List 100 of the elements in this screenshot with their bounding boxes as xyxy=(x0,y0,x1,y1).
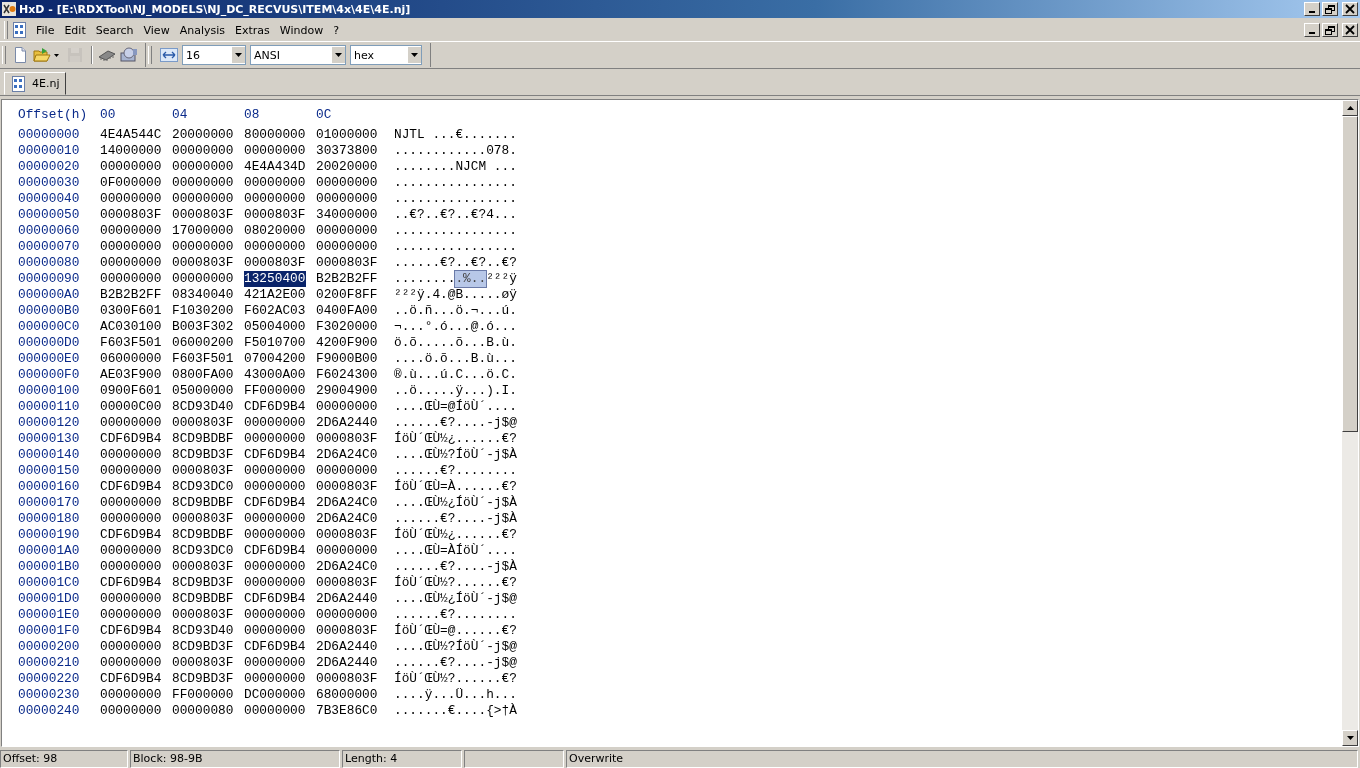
hex-bytes[interactable]: 8CD9BDBF xyxy=(172,495,234,511)
text-bytes[interactable]: ......€?....-j$À xyxy=(394,511,517,527)
bytes-per-row-dropdown[interactable]: 16 xyxy=(182,45,246,65)
hex-bytes[interactable]: 00000000 xyxy=(100,255,162,271)
hex-bytes[interactable]: CDF6D9B4 xyxy=(100,623,162,639)
text-bytes[interactable]: ................ xyxy=(394,175,517,191)
text-bytes[interactable]: .%.. xyxy=(455,271,487,287)
hex-bytes[interactable]: 8CD93D40 xyxy=(172,623,234,639)
hex-bytes[interactable]: 00000000 xyxy=(316,463,378,479)
hex-bytes[interactable]: 0000803F xyxy=(172,655,234,671)
hex-bytes[interactable]: DC000000 xyxy=(244,687,306,703)
hex-bytes[interactable]: 00000000 xyxy=(100,415,162,431)
hex-bytes[interactable]: 05000000 xyxy=(172,383,234,399)
text-bytes[interactable]: ..ö.....ÿ...).I. xyxy=(394,383,517,399)
hex-bytes[interactable]: 0000803F xyxy=(316,431,378,447)
hex-bytes[interactable]: 06000200 xyxy=(172,335,234,351)
hex-bytes[interactable]: 2D6A24C0 xyxy=(316,495,378,511)
hex-bytes[interactable]: CDF6D9B4 xyxy=(244,495,306,511)
menu-item[interactable]: Search xyxy=(90,23,139,37)
hex-bytes[interactable]: 0000803F xyxy=(316,255,378,271)
hex-bytes[interactable]: 00000000 xyxy=(100,559,162,575)
scroll-down-arrow-icon[interactable] xyxy=(1346,736,1354,740)
hex-bytes[interactable]: 00000000 xyxy=(316,175,378,191)
text-bytes[interactable]: ............078. xyxy=(394,143,517,159)
hex-bytes[interactable]: 00000000 xyxy=(244,671,306,687)
hex-bytes[interactable]: 00000000 xyxy=(100,655,162,671)
hex-bytes[interactable]: F1030200 xyxy=(172,303,234,319)
dropdown-arrow-icon[interactable] xyxy=(235,53,242,57)
hex-bytes[interactable]: 00000000 xyxy=(244,575,306,591)
hex-bytes[interactable]: B003F302 xyxy=(172,319,234,335)
hex-bytes[interactable]: 06000000 xyxy=(100,351,162,367)
text-bytes[interactable]: ²²²ÿ xyxy=(486,271,517,287)
hex-bytes[interactable]: 0000803F xyxy=(316,623,378,639)
hex-bytes[interactable]: 0000803F xyxy=(172,607,234,623)
hex-bytes[interactable]: 00000000 xyxy=(244,655,306,671)
hex-bytes[interactable]: CDF6D9B4 xyxy=(244,399,306,415)
hex-bytes[interactable]: 0000803F xyxy=(316,575,378,591)
hex-bytes[interactable]: 0F000000 xyxy=(100,175,162,191)
hex-bytes[interactable]: FF000000 xyxy=(172,687,234,703)
hex-bytes[interactable]: 00000000 xyxy=(100,495,162,511)
hex-bytes[interactable]: 00000000 xyxy=(100,239,162,255)
hex-bytes[interactable]: CDF6D9B4 xyxy=(244,447,306,463)
hex-bytes[interactable]: F3020000 xyxy=(316,319,378,335)
hex-bytes[interactable]: 00000000 xyxy=(244,511,306,527)
text-bytes[interactable]: ................ xyxy=(394,191,517,207)
hex-bytes[interactable]: CDF6D9B4 xyxy=(100,479,162,495)
hex-bytes[interactable]: 00000000 xyxy=(100,703,162,719)
hex-bytes[interactable]: 29004900 xyxy=(316,383,378,399)
text-bytes[interactable]: ¬...°.ó...@.ó... xyxy=(394,319,517,335)
hex-bytes[interactable]: 00000000 xyxy=(100,191,162,207)
hex-bytes[interactable]: 2D6A24C0 xyxy=(316,511,378,527)
hex-bytes[interactable]: 421A2E00 xyxy=(244,287,306,303)
menu-item[interactable]: Edit xyxy=(59,23,91,37)
dropdown-arrow-icon[interactable] xyxy=(335,53,342,57)
hex-bytes[interactable]: 30373800 xyxy=(316,143,378,159)
text-bytes[interactable]: ....ŒÙ½?ÍöÙ´-j$@ xyxy=(394,639,517,655)
format-dropdown[interactable]: hex xyxy=(350,45,422,65)
hex-bytes[interactable]: 0000803F xyxy=(244,207,306,223)
hex-bytes[interactable]: F9000B00 xyxy=(316,351,378,367)
hex-bytes[interactable]: 2D6A2440 xyxy=(316,655,378,671)
hex-bytes[interactable]: 80000000 xyxy=(244,127,306,143)
hex-bytes[interactable]: 00000000 xyxy=(100,607,162,623)
text-bytes[interactable]: ....ÿ...Ü...h... xyxy=(394,687,517,703)
hex-bytes[interactable]: 8CD93DC0 xyxy=(172,479,234,495)
text-bytes[interactable]: ....ŒÙ=@ÍöÙ´.... xyxy=(394,399,517,415)
hex-bytes[interactable]: 34000000 xyxy=(316,207,378,223)
hex-bytes[interactable]: 13250400 xyxy=(244,271,306,287)
hex-bytes[interactable]: 0000803F xyxy=(100,207,162,223)
menu-item[interactable]: Extras xyxy=(229,23,275,37)
hex-bytes[interactable]: 2D6A2440 xyxy=(316,591,378,607)
hex-bytes[interactable]: 08340040 xyxy=(172,287,234,303)
hex-bytes[interactable]: 0000803F xyxy=(244,255,306,271)
scroll-up-arrow-icon[interactable] xyxy=(1346,106,1354,110)
hex-bytes[interactable]: 8CD9BDBF xyxy=(172,527,234,543)
hex-bytes[interactable]: 0000803F xyxy=(172,511,234,527)
hex-bytes[interactable]: CDF6D9B4 xyxy=(100,575,162,591)
hex-bytes[interactable]: CDF6D9B4 xyxy=(244,639,306,655)
text-bytes[interactable]: ........NJCM ... xyxy=(394,159,517,175)
text-bytes[interactable]: ÍöÙ´ŒÙ½?......€? xyxy=(394,575,517,591)
charset-dropdown[interactable]: ANSI xyxy=(250,45,346,65)
hex-bytes[interactable]: F5010700 xyxy=(244,335,306,351)
text-bytes[interactable]: ÍöÙ´ŒÙ½¿......€? xyxy=(394,527,517,543)
hex-bytes[interactable]: 00000000 xyxy=(316,223,378,239)
hex-bytes[interactable]: 07004200 xyxy=(244,351,306,367)
hex-bytes[interactable]: CDF6D9B4 xyxy=(100,671,162,687)
disk-drive-button[interactable] xyxy=(119,45,139,65)
hex-bytes[interactable]: 0300F601 xyxy=(100,303,162,319)
hex-bytes[interactable]: F602AC03 xyxy=(244,303,306,319)
hex-bytes[interactable]: 8CD9BD3F xyxy=(172,671,234,687)
hex-bytes[interactable]: 0000803F xyxy=(172,207,234,223)
text-bytes[interactable]: ....ö.õ...B.ù... xyxy=(394,351,517,367)
hex-bytes[interactable]: 00000000 xyxy=(244,143,306,159)
hex-bytes[interactable]: 00000000 xyxy=(244,527,306,543)
text-bytes[interactable]: ÍöÙ´ŒÙ=À......€? xyxy=(394,479,517,495)
hex-bytes[interactable]: FF000000 xyxy=(244,383,306,399)
text-bytes[interactable]: ²²²ÿ.4.@B.....øÿ xyxy=(394,287,517,303)
text-bytes[interactable]: ......€?....-j$@ xyxy=(394,655,517,671)
hex-bytes[interactable]: 01000000 xyxy=(316,127,378,143)
hex-bytes[interactable]: 00000C00 xyxy=(100,399,162,415)
hex-bytes[interactable]: 0800FA00 xyxy=(172,367,234,383)
